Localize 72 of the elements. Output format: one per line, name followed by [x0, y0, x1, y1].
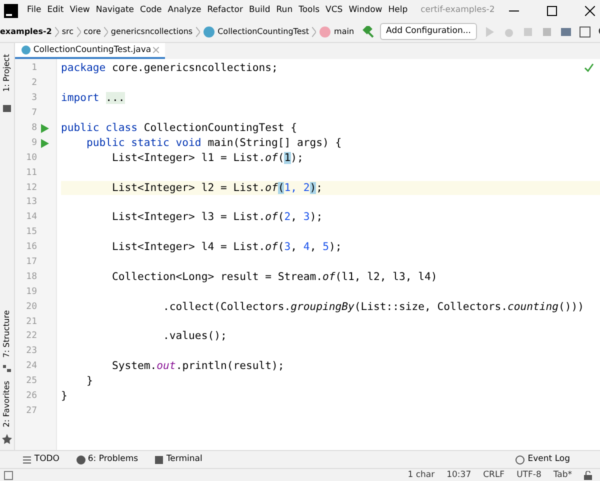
- line-number: 2: [30, 77, 37, 90]
- menu-item[interactable]: Window: [346, 0, 386, 21]
- side-tool-tab[interactable]: 2: Favorites: [1, 380, 13, 428]
- tool-window-button[interactable]: 6: Problems: [76, 453, 138, 466]
- code-line: }: [61, 390, 68, 402]
- menu-item[interactable]: Navigate: [92, 0, 138, 21]
- menu-item[interactable]: File: [24, 0, 44, 21]
- menu-item[interactable]: Refactor: [204, 0, 246, 21]
- side-tool-tab[interactable]: 1: Project: [1, 54, 13, 92]
- menu-item[interactable]: Build: [246, 0, 274, 21]
- line-number: 22: [25, 330, 37, 344]
- breadcrumb[interactable]: core: [84, 26, 101, 38]
- line-number: 21: [25, 316, 37, 329]
- breadcrumb[interactable]: src: [62, 26, 74, 38]
- breadcrumb[interactable]: examples-2: [0, 26, 52, 38]
- window-title: certif-examples-2: [420, 4, 495, 17]
- line-number: 15: [25, 226, 37, 240]
- code-line: System.out.println(result);: [111, 360, 284, 372]
- line-number: 3: [30, 92, 37, 106]
- line-number: 17: [25, 256, 37, 269]
- code-line: public static void main(String[] args) {: [86, 136, 342, 149]
- line-number: 27: [25, 404, 37, 418]
- tool-window-button[interactable]: TODO: [22, 453, 60, 466]
- code-line: public class CollectionCountingTest {: [61, 122, 297, 134]
- editor-tab[interactable]: CollectionCountingTest.java: [15, 43, 166, 59]
- line-number: 25: [25, 375, 37, 388]
- line-number: 13: [25, 196, 37, 210]
- code-line: }: [86, 375, 93, 388]
- line-number: 26: [25, 390, 37, 403]
- line-number: 9: [30, 136, 37, 150]
- breadcrumb[interactable]: CollectionCountingTest: [218, 26, 310, 38]
- menu-item[interactable]: Help: [385, 0, 411, 21]
- menu-item[interactable]: VCS: [322, 0, 346, 21]
- menu-item[interactable]: Run: [273, 0, 296, 21]
- line-number: 20: [25, 300, 37, 314]
- breadcrumb[interactable]: main: [334, 26, 354, 38]
- menu-item[interactable]: Tools: [296, 0, 323, 21]
- line-number: 16: [25, 241, 37, 254]
- status-item[interactable]: Tab*: [553, 468, 572, 481]
- line-number: 24: [25, 360, 37, 374]
- tool-window-button[interactable]: Terminal: [154, 453, 202, 466]
- line-number: 7: [30, 107, 37, 120]
- menu-item[interactable]: View: [66, 0, 93, 21]
- line-number: 18: [25, 270, 37, 284]
- code-line: List<Integer> l4 = List.of(3, 4, 5);: [111, 241, 342, 254]
- line-number: 14: [25, 211, 37, 224]
- menu-item[interactable]: Analyze: [164, 0, 204, 21]
- code-line: Collection<Long> result = Stream.of(l1, l2, l3, l4): [111, 270, 438, 283]
- menu-item[interactable]: Code: [137, 0, 165, 21]
- code-line: List<Integer> l1 = List.of(1);: [111, 152, 304, 164]
- code-line: List<Integer> l3 = List.of(2, 3);: [111, 211, 323, 224]
- menu-item[interactable]: Edit: [44, 0, 67, 21]
- code-line: List<Integer> l2 = List.of(1, 2);: [111, 182, 323, 194]
- status-item[interactable]: CRLF: [483, 468, 505, 481]
- line-number: 10: [25, 152, 37, 165]
- status-item[interactable]: UTF-8: [516, 468, 542, 481]
- line-number: 8: [30, 122, 37, 135]
- breadcrumb[interactable]: genericsncollections: [110, 26, 193, 38]
- line-number: 23: [25, 345, 37, 358]
- status-item[interactable]: 1 char: [408, 468, 435, 481]
- code-line: package core.genericsncollections;: [61, 62, 278, 74]
- line-number: 12: [25, 182, 37, 194]
- status-item[interactable]: 10:37: [446, 468, 472, 481]
- side-tool-tab[interactable]: 7: Structure: [1, 310, 13, 358]
- code-line: .collect(Collectors.groupingBy(List::size, Collectors.counting())): [162, 300, 584, 313]
- add-configuration-button[interactable]: Add Configuration...: [380, 23, 477, 40]
- line-number: 1: [30, 62, 37, 76]
- code-line: .values();: [162, 330, 227, 342]
- line-number: 19: [25, 286, 37, 299]
- tool-window-button[interactable]: Event Log: [515, 453, 570, 466]
- code-line: import ...: [61, 92, 125, 104]
- line-number: 11: [25, 166, 37, 180]
